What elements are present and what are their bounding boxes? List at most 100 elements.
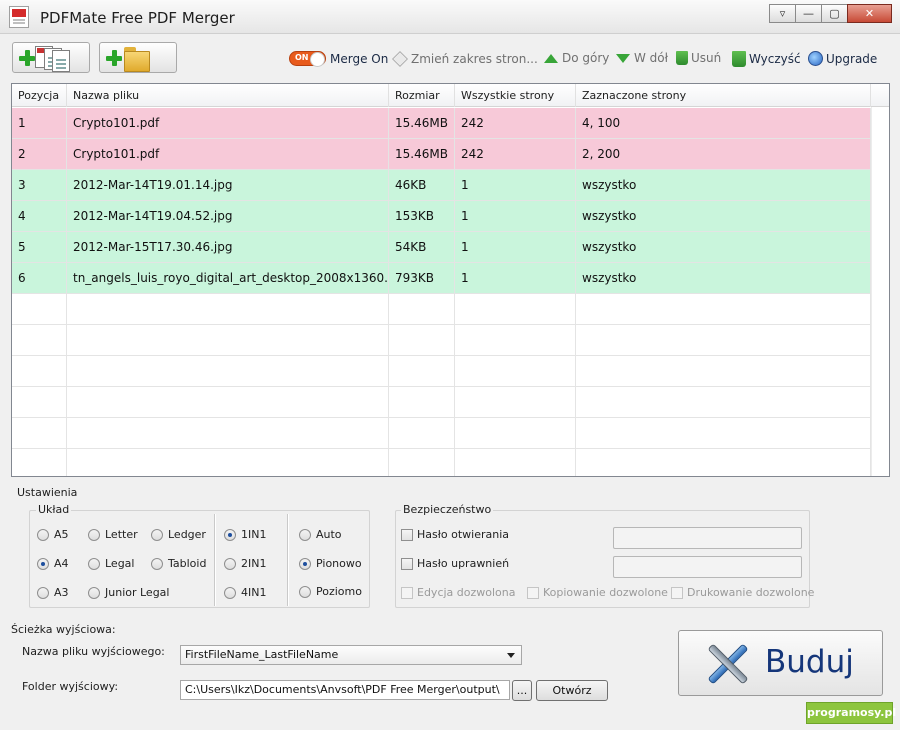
nup-4in1-radio[interactable]: 4IN1 [224,586,266,599]
cell-position: 6 [12,263,67,294]
watermark-logo: programosy.pl [806,702,896,724]
open-password-input[interactable] [613,527,802,549]
title-bar[interactable]: PDFMate Free PDF Merger ▿ — ▢ ✕ [0,0,900,34]
orientation-portrait-radio[interactable]: Pionowo [299,557,362,570]
plus-icon [19,50,35,66]
cell-selected-pages[interactable]: wszystko [576,170,871,201]
cell-selected-pages[interactable]: wszystko [576,263,871,294]
column-header-size[interactable]: Rozmiar [389,84,455,107]
cell-selected-pages[interactable]: 2, 200 [576,139,871,170]
trash-icon [732,51,746,67]
change-page-range-button[interactable]: Zmień zakres stron... [392,51,538,67]
empty-row [12,449,871,476]
divider [214,514,216,606]
nup-2in1-radio[interactable]: 2IN1 [224,557,266,570]
checkbox-icon [401,557,413,570]
paper-a5-radio[interactable]: A5 [37,528,69,541]
permissions-password-checkbox[interactable]: Hasło uprawnień [401,557,509,570]
cell-size: 15.46MB [389,108,455,139]
output-folder-input[interactable]: C:\Users\Ikz\Documents\Anvsoft\PDF Free … [180,680,510,700]
chevron-down-icon: ▿ [779,7,786,20]
plus-icon [106,50,122,66]
checkbox-icon [401,528,413,541]
cell-total-pages: 242 [455,139,576,170]
dropdown-arrow-icon[interactable] [507,653,515,658]
table-row[interactable]: 3 2012-Mar-14T19.01.14.jpg 46KB 1 wszyst… [12,170,871,201]
cell-filename: Crypto101.pdf [67,108,389,139]
column-header-selected-pages[interactable]: Zaznaczone strony [576,84,871,107]
cell-position: 3 [12,170,67,201]
allow-edit-checkbox[interactable]: Edycja dozwolona [401,586,516,599]
empty-row [12,356,871,387]
add-pdf-files-icon [35,46,70,72]
radio-icon [37,528,49,541]
paper-tabloid-radio[interactable]: Tabloid [151,557,206,570]
permissions-password-input[interactable] [613,556,802,578]
change-page-range-label: Zmień zakres stron... [411,52,538,66]
column-header-position[interactable]: Pozycja [12,84,67,107]
allow-print-checkbox[interactable]: Drukowanie dozwolone [671,586,814,599]
table-row[interactable]: 5 2012-Mar-15T17.30.46.jpg 54KB 1 wszyst… [12,232,871,263]
minimize-window-button[interactable]: — [795,4,822,23]
column-header-total-pages[interactable]: Wszystkie strony [455,84,576,107]
radio-selected-icon [224,528,236,541]
layout-title: Układ [36,503,72,516]
open-folder-button[interactable]: Otwórz [536,680,608,701]
add-files-button[interactable] [12,42,90,73]
radio-icon [151,528,163,541]
add-folder-button[interactable] [99,42,177,73]
open-password-checkbox[interactable]: Hasło otwierania [401,528,509,541]
cell-selected-pages[interactable]: 4, 100 [576,108,871,139]
output-filename-combo[interactable]: FirstFileName_LastFileName [180,645,522,665]
paper-junior-legal-radio[interactable]: Junior Legal [88,586,169,599]
table-row[interactable]: 2 Crypto101.pdf 15.46MB 242 2, 200 [12,139,871,170]
window-title: PDFMate Free PDF Merger [40,9,235,27]
build-button[interactable]: Buduj [678,630,883,696]
radio-icon [299,528,311,541]
cell-selected-pages[interactable]: wszystko [576,232,871,263]
cell-selected-pages[interactable]: wszystko [576,201,871,232]
browse-folder-button[interactable]: ... [512,680,532,701]
tools-icon [703,639,753,689]
remove-label: Usuń [691,51,722,65]
checkbox-icon [671,586,683,599]
move-down-button[interactable]: W dół [616,51,668,65]
empty-row [12,325,871,356]
paper-a4-radio[interactable]: A4 [37,557,69,570]
orientation-auto-radio[interactable]: Auto [299,528,342,541]
table-row[interactable]: 1 Crypto101.pdf 15.46MB 242 4, 100 [12,108,871,139]
column-header-filename[interactable]: Nazwa pliku [67,84,389,107]
paper-legal-radio[interactable]: Legal [88,557,134,570]
table-scrollbar[interactable] [871,107,889,476]
cell-size: 793KB [389,263,455,294]
output-filename-label: Nazwa pliku wyjściowego: [22,645,165,658]
paper-letter-radio[interactable]: Letter [88,528,138,541]
allow-copy-checkbox[interactable]: Kopiowanie dozwolone [527,586,668,599]
cell-total-pages: 242 [455,108,576,139]
close-button[interactable]: ✕ [847,4,892,23]
toggle-switch-icon[interactable]: ON [289,51,326,67]
file-table[interactable]: Pozycja Nazwa pliku Rozmiar Wszystkie st… [11,83,890,477]
move-up-button[interactable]: Do góry [544,51,609,65]
add-folder-icon [124,47,150,72]
upgrade-button[interactable]: Upgrade [808,51,877,66]
radio-selected-icon [37,557,49,570]
remove-button[interactable]: Usuń [676,51,721,65]
table-header: Pozycja Nazwa pliku Rozmiar Wszystkie st… [12,84,889,107]
minimize-button[interactable]: ▿ [769,4,796,23]
nup-1in1-radio[interactable]: 1IN1 [224,528,266,541]
table-row[interactable]: 6 tn_angels_luis_royo_digital_art_deskto… [12,263,871,294]
radio-icon [88,528,100,541]
paper-ledger-radio[interactable]: Ledger [151,528,206,541]
cell-size: 15.46MB [389,139,455,170]
clear-label: Wyczyść [749,52,801,66]
merge-toggle[interactable]: ON Merge On [289,51,389,67]
paper-a3-radio[interactable]: A3 [37,586,69,599]
clear-button[interactable]: Wyczyść [732,51,801,67]
table-row[interactable]: 4 2012-Mar-14T19.04.52.jpg 153KB 1 wszys… [12,201,871,232]
minimize-icon: — [803,7,814,20]
orientation-landscape-radio[interactable]: Poziomo [299,585,362,598]
cell-filename: 2012-Mar-14T19.01.14.jpg [67,170,389,201]
maximize-button[interactable]: ▢ [821,4,848,23]
merge-label: Merge On [330,51,389,66]
